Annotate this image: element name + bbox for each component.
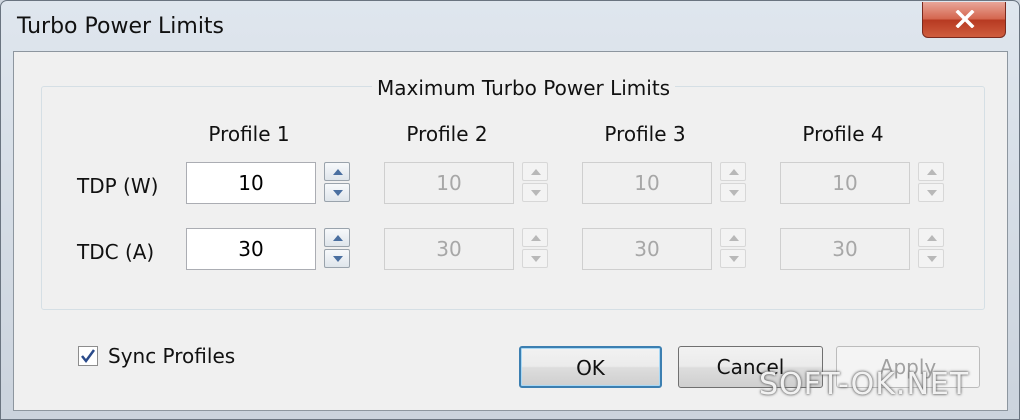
profile-3-header: Profile 3	[604, 122, 686, 146]
spin-up-button[interactable]	[720, 162, 746, 181]
arrow-down-icon	[729, 190, 739, 196]
dialog-client-area: Maximum Turbo Power Limits Profile 1 Pro…	[13, 51, 1008, 411]
profile-3-tdp-input[interactable]: 10	[582, 162, 712, 204]
spin-up-button[interactable]	[522, 162, 548, 181]
profile-2-tdc-input[interactable]: 30	[384, 228, 514, 270]
close-icon	[955, 10, 975, 28]
dialog-window: Turbo Power Limits Maximum Turbo Power L…	[0, 0, 1020, 420]
arrow-up-icon	[927, 235, 937, 241]
spin-down-button[interactable]	[918, 183, 944, 202]
spin-down-button[interactable]	[324, 249, 350, 268]
group-title: Maximum Turbo Power Limits	[372, 76, 676, 100]
arrow-up-icon	[333, 235, 343, 241]
sync-profiles-checkbox[interactable]	[78, 346, 98, 366]
arrow-up-icon	[531, 235, 541, 241]
profile-4-tdp-input[interactable]: 10	[780, 162, 910, 204]
arrow-up-icon	[531, 169, 541, 175]
spin-down-button[interactable]	[720, 249, 746, 268]
profile-1-tdc-spinner[interactable]	[324, 228, 352, 270]
profile-2-tdc-spinner[interactable]	[522, 228, 550, 270]
profile-1-tdc-input[interactable]: 30	[186, 228, 316, 270]
profile-4-tdc-spinner[interactable]	[918, 228, 946, 270]
spin-up-button[interactable]	[720, 228, 746, 247]
spin-up-button[interactable]	[918, 162, 944, 181]
profile-3-tdc-input[interactable]: 30	[582, 228, 712, 270]
arrow-up-icon	[333, 169, 343, 175]
spin-down-button[interactable]	[324, 183, 350, 202]
arrow-down-icon	[531, 190, 541, 196]
arrow-down-icon	[333, 190, 343, 196]
spin-up-button[interactable]	[324, 228, 350, 247]
watermark: SOFT-OK.NET	[759, 367, 970, 402]
arrow-down-icon	[927, 190, 937, 196]
profile-3-tdc-spinner[interactable]	[720, 228, 748, 270]
tdc-label: TDC (A)	[77, 240, 155, 264]
profile-1-tdp-input[interactable]: 10	[186, 162, 316, 204]
arrow-up-icon	[729, 235, 739, 241]
profile-3-tdp-spinner[interactable]	[720, 162, 748, 204]
spin-down-button[interactable]	[918, 249, 944, 268]
profile-2-tdp-input[interactable]: 10	[384, 162, 514, 204]
profile-2-header: Profile 2	[406, 122, 488, 146]
profile-2-tdp-spinner[interactable]	[522, 162, 550, 204]
arrow-down-icon	[729, 256, 739, 262]
spin-up-button[interactable]	[522, 228, 548, 247]
window-title: Turbo Power Limits	[17, 14, 225, 39]
ok-button[interactable]: OK	[519, 346, 662, 388]
spin-up-button[interactable]	[324, 162, 350, 181]
tdp-label: TDP (W)	[77, 174, 159, 198]
close-button[interactable]	[922, 2, 1006, 38]
spin-down-button[interactable]	[522, 249, 548, 268]
arrow-up-icon	[927, 169, 937, 175]
spin-down-button[interactable]	[720, 183, 746, 202]
profile-4-tdc-input[interactable]: 30	[780, 228, 910, 270]
profile-1-header: Profile 1	[208, 122, 290, 146]
profile-1-tdp-spinner[interactable]	[324, 162, 352, 204]
spin-up-button[interactable]	[918, 228, 944, 247]
sync-profiles-label[interactable]: Sync Profiles	[108, 344, 235, 368]
arrow-down-icon	[927, 256, 937, 262]
arrow-down-icon	[333, 256, 343, 262]
arrow-down-icon	[531, 256, 541, 262]
profile-4-tdp-spinner[interactable]	[918, 162, 946, 204]
profile-4-header: Profile 4	[802, 122, 884, 146]
arrow-up-icon	[729, 169, 739, 175]
checkmark-icon	[81, 349, 96, 364]
spin-down-button[interactable]	[522, 183, 548, 202]
